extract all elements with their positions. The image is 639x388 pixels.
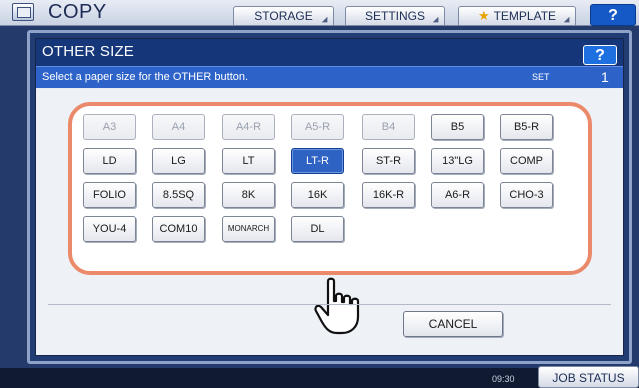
corner-arrow-icon (432, 16, 442, 26)
paper-size-button[interactable]: FOLIO (83, 182, 136, 208)
paper-size-button[interactable]: 16K-R (362, 182, 415, 208)
app-title: COPY (48, 1, 107, 23)
paper-size-button[interactable]: COM10 (152, 216, 205, 242)
paper-size-button[interactable]: LG (152, 148, 205, 174)
paper-size-button: A3 (83, 114, 136, 140)
dialog-panel: OTHER SIZE ? Select a paper size for the… (35, 38, 624, 356)
cancel-button[interactable]: CANCEL (403, 311, 503, 337)
paper-size-button: B4 (362, 114, 415, 140)
paper-size-button[interactable]: 13"LG (431, 148, 484, 174)
paper-size-button[interactable]: 8.5SQ (152, 182, 205, 208)
paper-size-button[interactable]: B5 (431, 114, 484, 140)
template-label: TEMPLATE (493, 9, 557, 23)
paper-size-button[interactable]: YOU-4 (83, 216, 136, 242)
storage-label: STORAGE (254, 9, 313, 23)
paper-size-button: A5-R (291, 114, 344, 140)
set-count: 1 (601, 69, 609, 85)
paper-size-button[interactable]: DL (291, 216, 344, 242)
help-button-top[interactable]: ? (590, 4, 636, 26)
clock: 09:30 (492, 374, 515, 384)
dialog-title: OTHER SIZE (42, 43, 135, 60)
job-status-button[interactable]: JOB STATUS (538, 366, 639, 388)
divider (48, 304, 611, 305)
paper-size-button[interactable]: MONARCH (222, 216, 275, 242)
copy-screen: COPY STORAGE SETTINGS ★ TEMPLATE ? 09:30 … (0, 0, 639, 388)
paper-size-button[interactable]: A6-R (431, 182, 484, 208)
other-size-dialog: OTHER SIZE ? Select a paper size for the… (27, 30, 632, 364)
dialog-message-bar: Select a paper size for the OTHER button… (36, 66, 623, 88)
paper-size-button[interactable]: LT (222, 148, 275, 174)
paper-size-button[interactable]: LT-R (291, 148, 344, 174)
paper-size-button[interactable]: CHO-3 (500, 182, 553, 208)
corner-arrow-icon (563, 16, 573, 26)
paper-size-button: A4 (152, 114, 205, 140)
paper-size-button[interactable]: LD (83, 148, 136, 174)
paper-size-button: A4-R (222, 114, 275, 140)
storage-button[interactable]: STORAGE (233, 6, 334, 26)
set-label: SET (532, 72, 550, 82)
dialog-help-button[interactable]: ? (583, 45, 617, 65)
dialog-message: Select a paper size for the OTHER button… (42, 71, 249, 83)
corner-arrow-icon (321, 16, 331, 26)
copy-mode-icon (12, 3, 34, 21)
star-icon: ★ (477, 8, 490, 23)
paper-size-button[interactable]: 8K (222, 182, 275, 208)
template-button[interactable]: ★ TEMPLATE (458, 6, 576, 26)
paper-size-button[interactable]: B5-R (500, 114, 553, 140)
dialog-header: OTHER SIZE ? (36, 39, 623, 66)
paper-size-button[interactable]: COMP (500, 148, 553, 174)
paper-size-button[interactable]: ST-R (362, 148, 415, 174)
dialog-body: A3 A4 A4-R A5-R B4 B5 B5-R LD LG LT LT-R ST-R 13"LG C… (36, 89, 623, 355)
top-bar: COPY STORAGE SETTINGS ★ TEMPLATE ? (0, 0, 639, 26)
settings-label: SETTINGS (364, 9, 425, 23)
paper-size-button[interactable]: 16K (291, 182, 344, 208)
paper-size-group: A3 A4 A4-R A5-R B4 B5 B5-R LD LG LT LT-R ST-R 13"LG C… (68, 102, 592, 275)
pointing-hand-icon (314, 277, 360, 335)
settings-button[interactable]: SETTINGS (345, 6, 445, 26)
